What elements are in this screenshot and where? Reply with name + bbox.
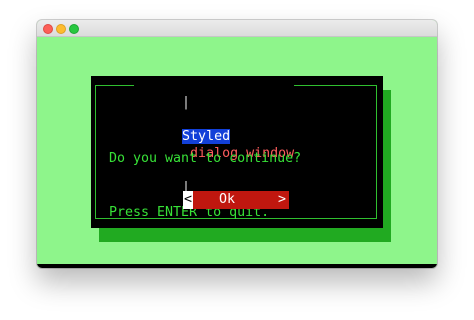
title-left-bar: |: [182, 95, 191, 110]
message-line-1: Do you want to continue?: [109, 151, 302, 166]
ok-button-right-bracket: >: [277, 192, 286, 207]
dialog-title: | Styled dialog window |: [134, 77, 295, 195]
styled-dialog: | Styled dialog window | Do you want to …: [91, 76, 383, 228]
ok-button[interactable]: < Ok >: [183, 191, 289, 209]
ok-button-label: Ok: [219, 192, 236, 207]
minimize-window-icon[interactable]: [56, 24, 66, 34]
ok-button-left-bracket: <: [183, 191, 193, 209]
maximize-window-icon[interactable]: [69, 24, 79, 34]
close-window-icon[interactable]: [43, 24, 53, 34]
terminal-window: | Styled dialog window | Do you want to …: [37, 20, 437, 268]
terminal-bottom-border: [37, 264, 437, 268]
window-titlebar: [37, 20, 437, 37]
